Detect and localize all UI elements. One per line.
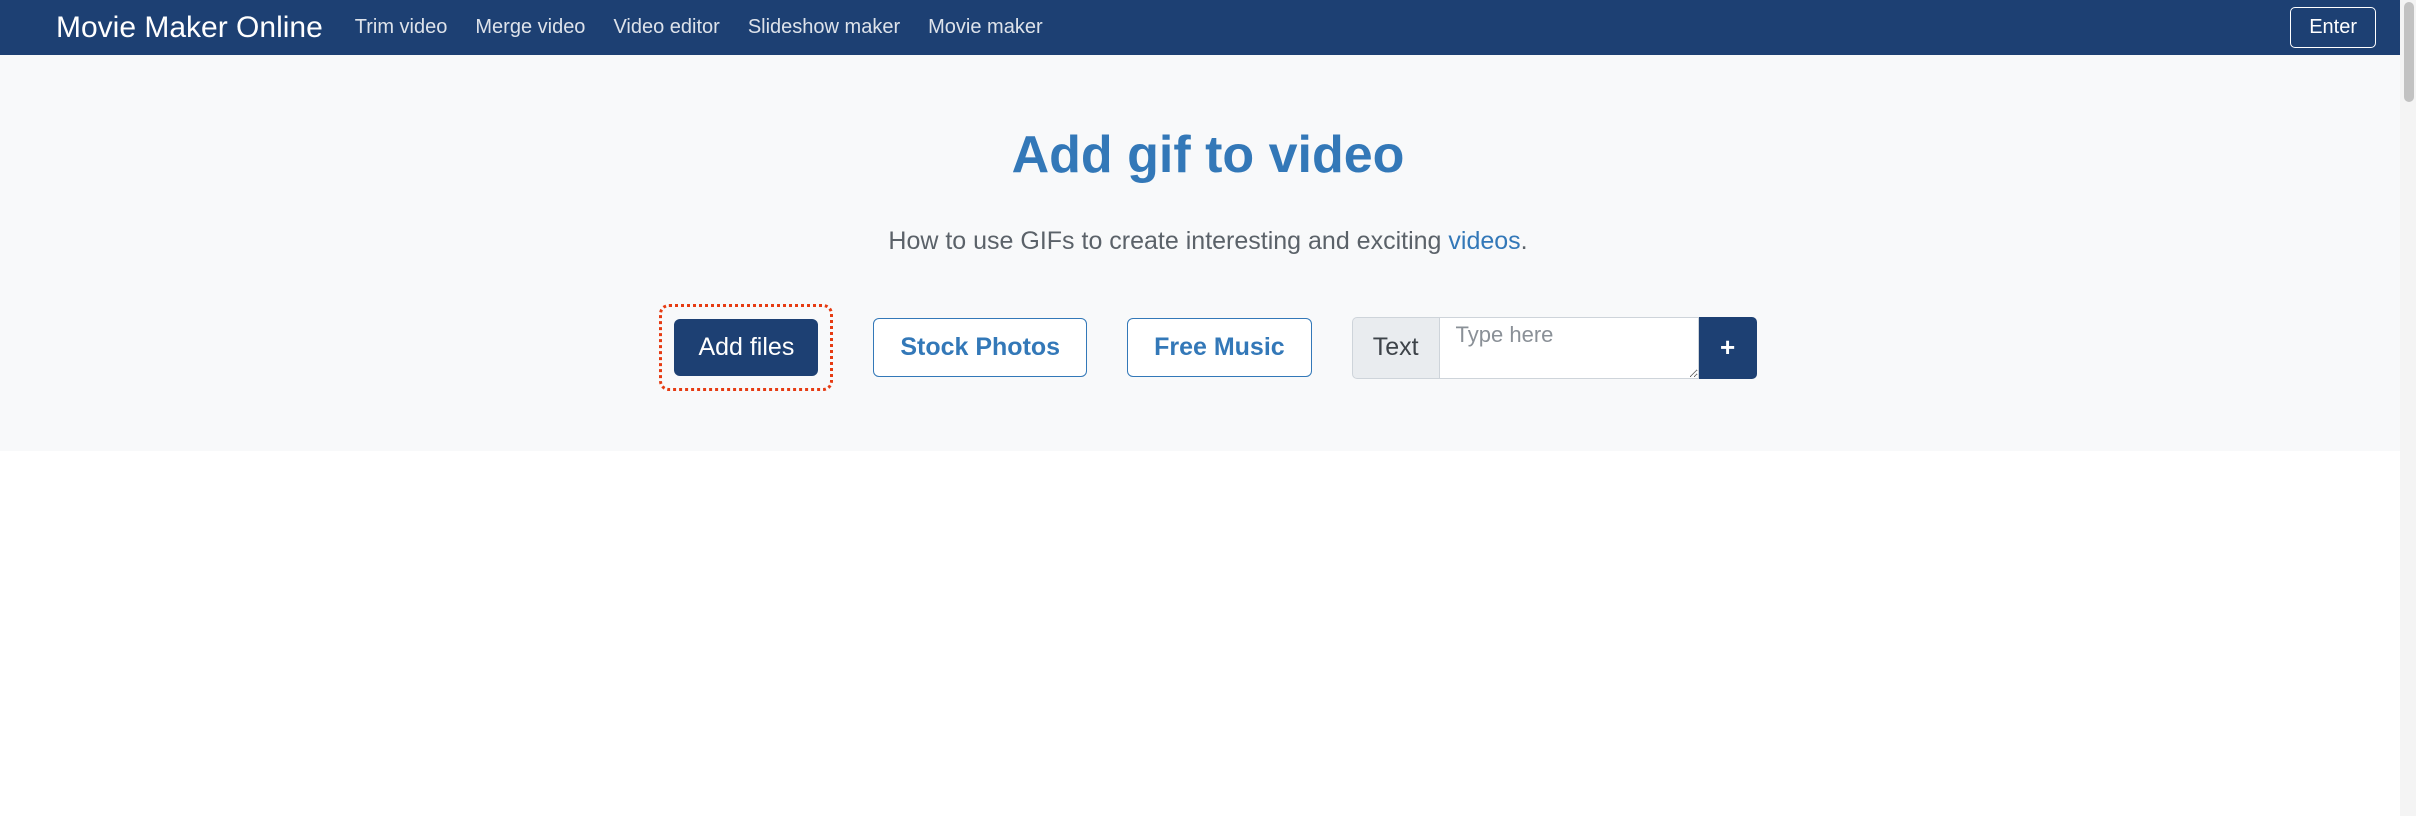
scrollbar-thumb[interactable] <box>2404 2 2414 102</box>
subtitle-videos-link[interactable]: videos <box>1448 227 1520 255</box>
free-music-button[interactable]: Free Music <box>1127 318 1312 377</box>
nav-link-trim-video[interactable]: Trim video <box>355 16 448 39</box>
navbar: Movie Maker Online Trim video Merge vide… <box>0 0 2416 55</box>
subtitle: How to use GIFs to create interesting an… <box>0 227 2416 256</box>
page-title: Add gif to video <box>0 125 2416 185</box>
scrollbar-track[interactable] <box>2400 0 2416 816</box>
subtitle-text-prefix: How to use GIFs to create interesting an… <box>888 227 1448 255</box>
nav-link-merge-video[interactable]: Merge video <box>475 16 585 39</box>
nav-link-movie-maker[interactable]: Movie maker <box>928 16 1042 39</box>
controls-row: Add files Stock Photos Free Music Text + <box>0 304 2416 391</box>
hero-section: Add gif to video How to use GIFs to crea… <box>0 55 2416 451</box>
nav-link-video-editor[interactable]: Video editor <box>613 16 719 39</box>
stock-photos-button[interactable]: Stock Photos <box>873 318 1087 377</box>
add-files-button[interactable]: Add files <box>674 319 818 376</box>
text-input[interactable] <box>1439 317 1699 379</box>
text-label: Text <box>1352 317 1439 379</box>
subtitle-text-suffix: . <box>1521 227 1528 255</box>
add-text-button[interactable]: + <box>1699 317 1757 379</box>
brand-logo[interactable]: Movie Maker Online <box>56 11 323 45</box>
add-files-highlight: Add files <box>659 304 833 391</box>
nav-link-slideshow-maker[interactable]: Slideshow maker <box>748 16 900 39</box>
enter-button[interactable]: Enter <box>2290 7 2376 48</box>
text-input-group: Text + <box>1352 317 1757 379</box>
nav-left: Movie Maker Online Trim video Merge vide… <box>56 11 1043 45</box>
plus-icon: + <box>1720 332 1735 363</box>
